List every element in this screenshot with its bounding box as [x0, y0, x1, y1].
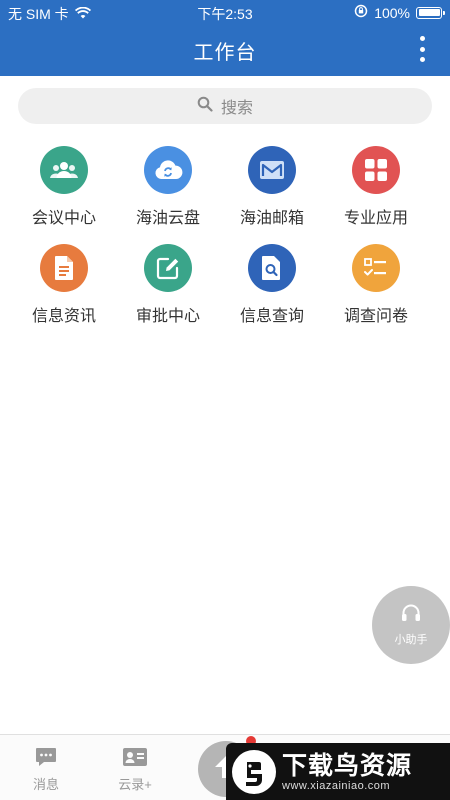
search-placeholder: 搜索 [220, 100, 253, 117]
mail-icon [248, 146, 296, 194]
contact-card-icon [122, 747, 148, 770]
app-label: 海油云盘 [135, 210, 200, 227]
chat-bubble-icon [35, 747, 57, 770]
tab-label: 消息 [32, 777, 59, 792]
battery-icon [416, 6, 445, 19]
tab-contacts[interactable]: 云录+ [105, 747, 165, 793]
app-survey[interactable]: 调查问卷 [324, 244, 428, 326]
app-professional-apps[interactable]: 专业应用 [324, 146, 428, 228]
app-label: 会议中心 [31, 210, 96, 227]
headset-icon [401, 604, 421, 625]
app-info-search[interactable]: 信息查询 [220, 244, 324, 326]
app-label: 专业应用 [343, 210, 408, 227]
nav-bar: 工作台 [0, 24, 450, 76]
app-mail[interactable]: 海油邮箱 [220, 146, 324, 228]
status-bar: 无 SIM 卡 下午2:53 100% [0, 0, 450, 24]
app-label: 调查问卷 [343, 308, 408, 325]
app-label: 信息资讯 [31, 308, 96, 325]
app-label: 审批中心 [135, 308, 200, 325]
app-grid: 会议中心 海油云盘 海油邮箱 专业应用 信息资讯 审批中心 信息查询 调查问卷 [12, 146, 438, 326]
app-news[interactable]: 信息资讯 [12, 244, 116, 326]
app-label: 信息查询 [239, 308, 304, 325]
grid-apps-icon [352, 146, 400, 194]
search-input[interactable]: 搜索 [18, 88, 432, 124]
tab-messages[interactable]: 消息 [16, 747, 76, 793]
assistant-button[interactable]: 小助手 [372, 586, 450, 664]
cloud-sync-icon [144, 146, 192, 194]
app-cloud-drive[interactable]: 海油云盘 [116, 146, 220, 228]
watermark-url: www.xiazainiao.com [282, 779, 391, 792]
tab-label: 云录+ [118, 777, 152, 792]
app-meeting-center[interactable]: 会议中心 [12, 146, 116, 228]
app-label: 海油邮箱 [239, 210, 304, 227]
page-title: 工作台 [193, 42, 257, 64]
app-approval-center[interactable]: 审批中心 [116, 244, 220, 326]
watermark-title: 下载鸟资源 [282, 751, 413, 780]
checklist-icon [352, 244, 400, 292]
bird-logo-icon [232, 749, 276, 794]
people-icon [40, 146, 88, 194]
document-icon [40, 244, 88, 292]
watermark-logo: 下载鸟资源 www.xiazainiao.com [226, 743, 450, 800]
battery-percent: 100% [374, 4, 410, 21]
more-options-icon[interactable] [418, 36, 426, 62]
assistant-label: 小助手 [394, 633, 428, 646]
doc-search-icon [248, 244, 296, 292]
edit-note-icon [144, 244, 192, 292]
search-icon [197, 96, 213, 117]
rotation-lock-icon [354, 4, 368, 21]
